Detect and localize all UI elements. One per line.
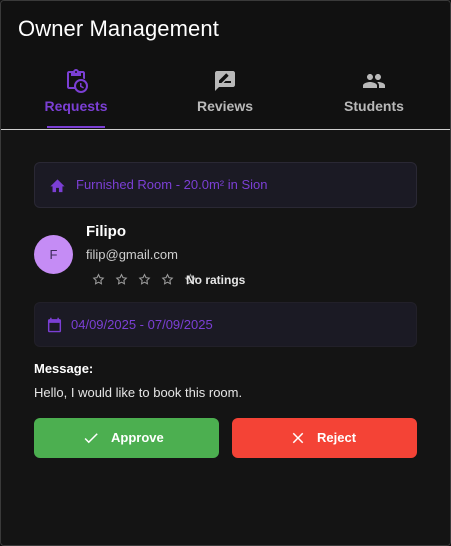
calendar-icon [47,317,62,333]
avatar: F [34,235,73,274]
tab-bar: Requests Reviews Students [1,59,450,130]
rating-text: No ratings [186,273,246,287]
tab-students[interactable]: Students [329,59,419,129]
title-bar: Owner Management [1,1,450,59]
close-icon [292,432,304,444]
star-outline-icon [161,273,174,285]
message-text: Hello, I would like to book this room. [34,385,243,400]
check-icon [84,433,98,444]
date-text: 04/09/2025 - 07/09/2025 [71,317,213,332]
app-title: Owner Management [18,16,219,41]
rate-review-icon [215,71,235,91]
reject-label: Reject [317,430,357,445]
active-tab-indicator [47,126,105,128]
tab-label: Requests [44,98,108,114]
room-title: Furnished Room - 20.0m² in Sion [76,177,268,192]
star-outline-icon [92,273,105,285]
clipboard-clock-icon [67,69,88,93]
star-outline-icon [138,273,151,285]
app-window: Owner Management Requests Reviews Studen… [0,0,451,546]
approve-label: Approve [111,430,164,445]
user-email: filip@gmail.com [86,247,178,262]
home-icon [50,179,65,193]
tab-requests[interactable]: Requests [31,59,121,129]
tab-label: Students [344,98,404,114]
approve-button[interactable]: Approve [34,418,219,458]
message-label: Message: [34,361,94,376]
reject-button[interactable]: Reject [232,418,417,458]
tab-reviews[interactable]: Reviews [180,59,270,129]
tab-label: Reviews [196,98,254,114]
star-outline-icon [115,273,128,285]
request-card: Furnished Room - 20.0m² in Sion F Filipo… [1,130,450,545]
user-name: Filipo [86,223,126,240]
people-icon [363,74,385,88]
date-range: 04/09/2025 - 07/09/2025 [34,302,417,347]
room-info: Furnished Room - 20.0m² in Sion [34,162,417,208]
